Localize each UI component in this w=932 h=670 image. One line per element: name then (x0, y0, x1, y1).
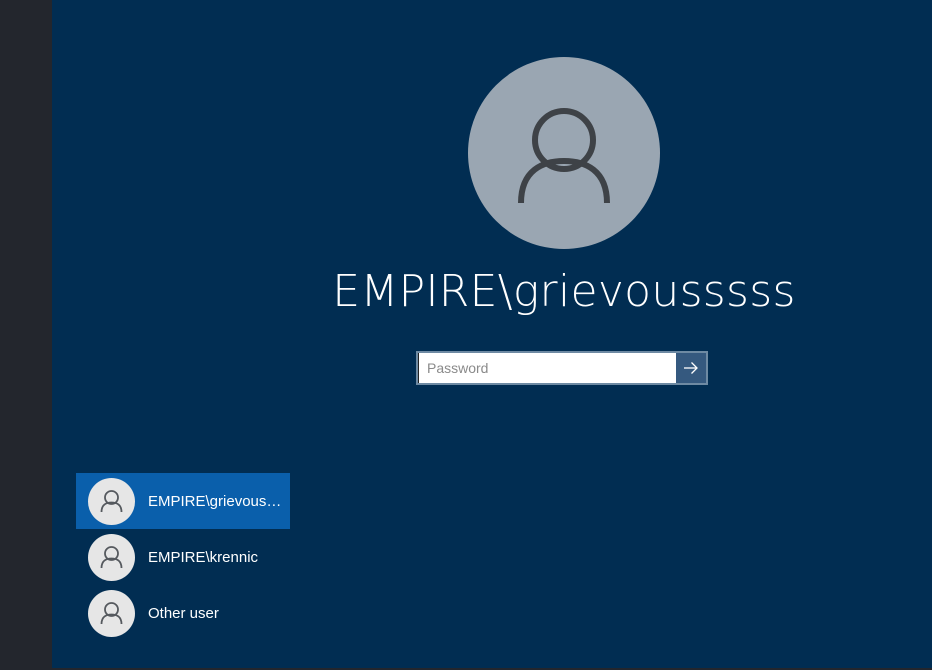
lock-screen: EMPIRE\grievousssss EMPIRE\grievousssss (0, 0, 932, 670)
user-item-label: Other user (148, 604, 219, 622)
user-silhouette-icon (100, 602, 123, 625)
left-edge-strip (0, 0, 52, 670)
user-item-label: EMPIRE\krennic (148, 548, 259, 566)
user-avatar (88, 534, 135, 581)
user-item-grievousssss[interactable]: EMPIRE\grievousssss (76, 473, 290, 529)
password-input[interactable] (418, 353, 676, 383)
password-box (416, 351, 708, 385)
user-avatar (88, 478, 135, 525)
arrow-right-icon (684, 362, 698, 374)
submit-button[interactable] (676, 353, 706, 383)
user-avatar (88, 590, 135, 637)
user-item-krennic[interactable]: EMPIRE\krennic (76, 529, 290, 585)
user-silhouette-icon (100, 490, 123, 513)
user-silhouette-icon (100, 546, 123, 569)
user-item-other-user[interactable]: Other user (76, 585, 290, 641)
user-item-label: EMPIRE\grievousssss (148, 492, 282, 510)
user-switch-list: EMPIRE\grievousssss EMPIRE\krennic Other… (76, 473, 290, 641)
account-username: EMPIRE\grievousssss (332, 266, 796, 317)
user-silhouette-icon (518, 108, 610, 204)
account-avatar (468, 57, 660, 249)
